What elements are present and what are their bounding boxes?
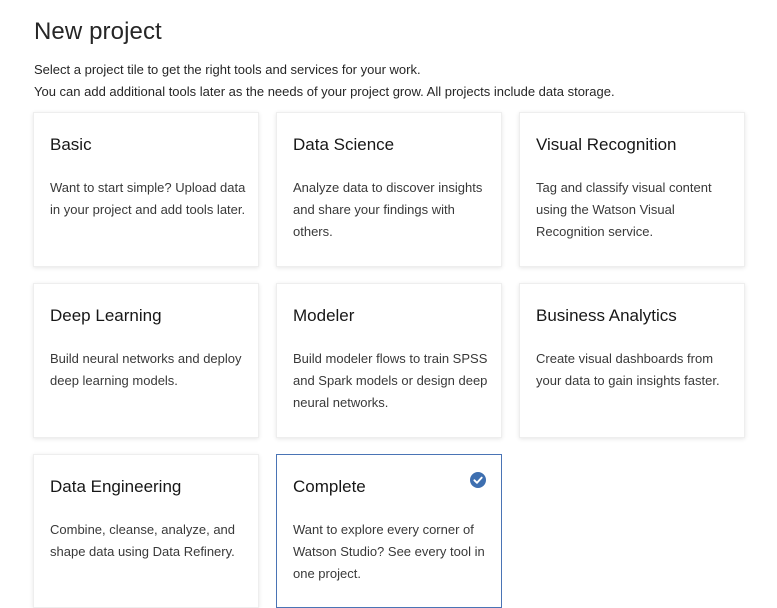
tile-description: Want to start simple? Upload data in you… — [50, 180, 246, 217]
tile-title: Business Analytics — [536, 306, 677, 325]
tile-basic[interactable]: Basic Want to start simple? Upload data … — [33, 112, 259, 267]
tile-title: Data Science — [293, 135, 395, 154]
tile-visual-recognition[interactable]: Visual Recognition Tag and classify visu… — [519, 112, 745, 267]
tile-title: Complete — [293, 477, 366, 496]
page-subtitle-line-1: Select a project tile to get the right t… — [34, 62, 421, 77]
tile-title: Data Engineering — [50, 477, 182, 496]
tile-description: Build neural networks and deploy deep le… — [50, 351, 242, 388]
tile-business-analytics[interactable]: Business Analytics Create visual dashboa… — [519, 283, 745, 438]
tile-deep-learning[interactable]: Deep Learning Build neural networks and … — [33, 283, 259, 438]
tile-data-engineering[interactable]: Data Engineering Combine, cleanse, analy… — [33, 454, 259, 608]
tile-description: Build modeler flows to train SPSS and Sp… — [293, 351, 488, 410]
tile-modeler[interactable]: Modeler Build modeler flows to train SPS… — [276, 283, 502, 438]
checkmark-circle-icon — [470, 472, 486, 488]
tile-title: Deep Learning — [50, 306, 162, 325]
tile-title: Basic — [50, 135, 92, 154]
tile-description: Combine, cleanse, analyze, and shape dat… — [50, 522, 236, 559]
tile-title: Modeler — [293, 306, 355, 325]
tile-title: Visual Recognition — [536, 135, 677, 154]
tile-complete[interactable]: Complete Want to explore every corner of… — [276, 454, 502, 608]
page-subtitle-line-2: You can add additional tools later as th… — [34, 84, 615, 99]
tile-description: Tag and classify visual content using th… — [536, 180, 712, 239]
page-title: New project — [34, 18, 162, 45]
tile-description: Create visual dashboards from your data … — [536, 351, 720, 388]
tile-description: Analyze data to discover insights and sh… — [293, 180, 483, 239]
tile-data-science[interactable]: Data Science Analyze data to discover in… — [276, 112, 502, 267]
tile-description: Want to explore every corner of Watson S… — [293, 522, 485, 581]
